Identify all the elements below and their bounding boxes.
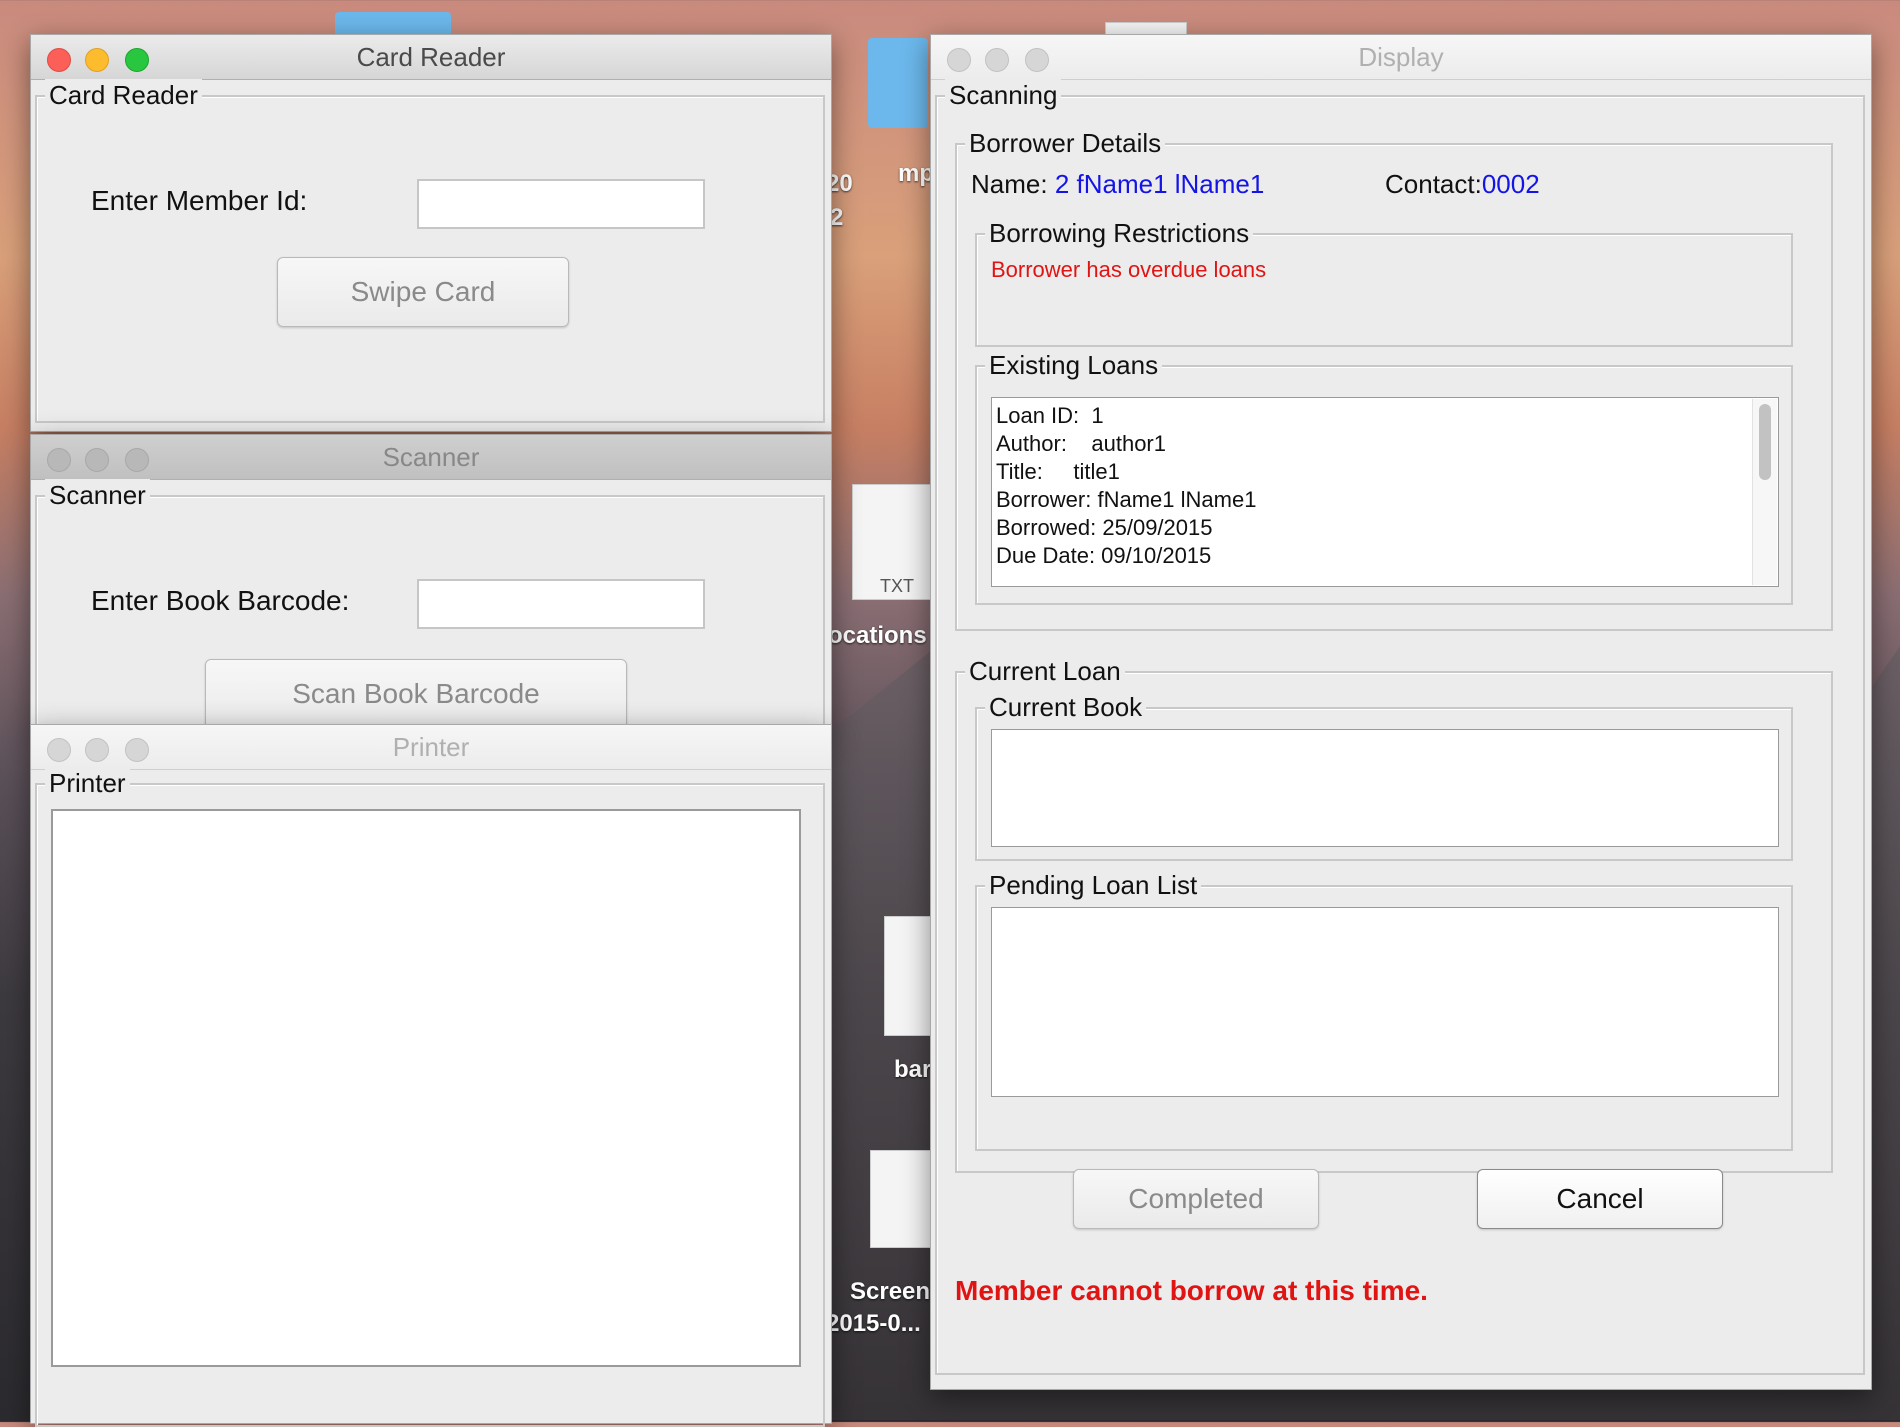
zoom-button-icon[interactable] — [125, 448, 149, 472]
zoom-button-icon[interactable] — [125, 738, 149, 762]
desktop-label: ocations — [828, 622, 927, 649]
borrower-name-row: Name: 2 fName1 lName1 — [971, 169, 1264, 200]
scan-book-barcode-button[interactable]: Scan Book Barcode — [205, 659, 627, 729]
borrower-contact-row: Contact:0002 — [1385, 169, 1540, 200]
card-reader-window: Card Reader Card Reader Enter Member Id:… — [30, 34, 832, 432]
close-button-icon[interactable] — [47, 448, 71, 472]
scanner-window: Scanner Scanner Enter Book Barcode: Scan… — [30, 434, 832, 732]
desktop-label: Screen — [850, 1278, 931, 1305]
zoom-button-icon[interactable] — [1025, 48, 1049, 72]
group-label: Printer — [45, 767, 130, 799]
loan-line: Loan ID: 1 — [996, 403, 1104, 428]
desktop-label: 2015-0... — [826, 1310, 921, 1337]
loan-line: Due Date: 09/10/2015 — [996, 543, 1212, 568]
group-label: Card Reader — [45, 79, 202, 111]
name-label: Name: — [971, 169, 1048, 199]
minimize-button-icon[interactable] — [85, 48, 109, 72]
close-button-icon[interactable] — [947, 48, 971, 72]
loan-line: Borrowed: 25/09/2015 — [996, 515, 1213, 540]
status-message: Member cannot borrow at this time. — [955, 1275, 1428, 1306]
group-label: Current Loan — [965, 655, 1125, 687]
printer-titlebar[interactable]: Printer — [31, 725, 831, 770]
minimize-button-icon[interactable] — [985, 48, 1009, 72]
borrower-contact-value: 0002 — [1481, 169, 1540, 199]
scanner-titlebar[interactable]: Scanner — [31, 435, 831, 480]
group-label: Scanner — [45, 479, 150, 511]
window-title: Display — [1358, 42, 1444, 72]
group-label: Borrowing Restrictions — [985, 217, 1254, 249]
minimize-button-icon[interactable] — [85, 738, 109, 762]
window-title: Scanner — [382, 442, 480, 472]
member-id-label: Enter Member Id: — [91, 185, 308, 216]
desktop-label: 2 — [830, 204, 844, 231]
group-label: Pending Loan List — [985, 869, 1202, 901]
book-barcode-input[interactable] — [417, 579, 705, 629]
loan-line: Title: title1 — [996, 459, 1120, 484]
swipe-card-button[interactable]: Swipe Card — [277, 257, 569, 327]
desktop-label: mp — [898, 160, 934, 187]
completed-button[interactable]: Completed — [1073, 1169, 1319, 1229]
restriction-message: Borrower has overdue loans — [991, 257, 1267, 282]
display-titlebar[interactable]: Display — [931, 35, 1871, 80]
close-button-icon[interactable] — [47, 738, 71, 762]
pending-loan-list-area[interactable] — [991, 907, 1779, 1097]
borrowing-restrictions-group: Borrowing Restrictions — [975, 217, 1793, 347]
desktop-screenshot-icon[interactable] — [870, 1150, 932, 1248]
member-id-input[interactable] — [417, 179, 705, 229]
contact-label: Contact: — [1385, 169, 1482, 199]
group-label: Current Book — [985, 691, 1147, 723]
window-title: Card Reader — [356, 42, 506, 72]
window-title: Printer — [392, 732, 470, 762]
minimize-button-icon[interactable] — [85, 448, 109, 472]
book-barcode-label: Enter Book Barcode: — [91, 585, 350, 616]
printer-window: Printer Printer — [30, 724, 832, 1427]
loan-line: Borrower: fName1 lName1 — [996, 487, 1257, 512]
group-label: Existing Loans — [985, 349, 1163, 381]
display-window: Display Scanning Borrower Details Name: … — [930, 34, 1872, 1390]
desktop-document-icon[interactable] — [884, 916, 932, 1036]
card-reader-titlebar[interactable]: Card Reader — [31, 35, 831, 80]
desktop-txt-label: TXT — [880, 576, 914, 596]
desktop-label: bar — [894, 1056, 932, 1083]
current-book-area[interactable] — [991, 729, 1779, 847]
cancel-button[interactable]: Cancel — [1477, 1169, 1723, 1229]
existing-loans-text: Loan ID: 1 Author: author1 Title: title1… — [996, 402, 1256, 570]
group-label: Borrower Details — [965, 127, 1166, 159]
existing-loans-list[interactable]: Loan ID: 1 Author: author1 Title: title1… — [991, 397, 1779, 587]
loan-line: Author: author1 — [996, 431, 1166, 456]
zoom-button-icon[interactable] — [125, 48, 149, 72]
printer-output-area[interactable] — [51, 809, 801, 1367]
scrollbar-thumb[interactable] — [1759, 404, 1771, 480]
close-button-icon[interactable] — [47, 48, 71, 72]
desktop-folder-icon[interactable] — [868, 38, 928, 128]
group-label: Scanning — [945, 79, 1062, 111]
borrower-name-value: 2 fName1 lName1 — [1054, 169, 1265, 199]
